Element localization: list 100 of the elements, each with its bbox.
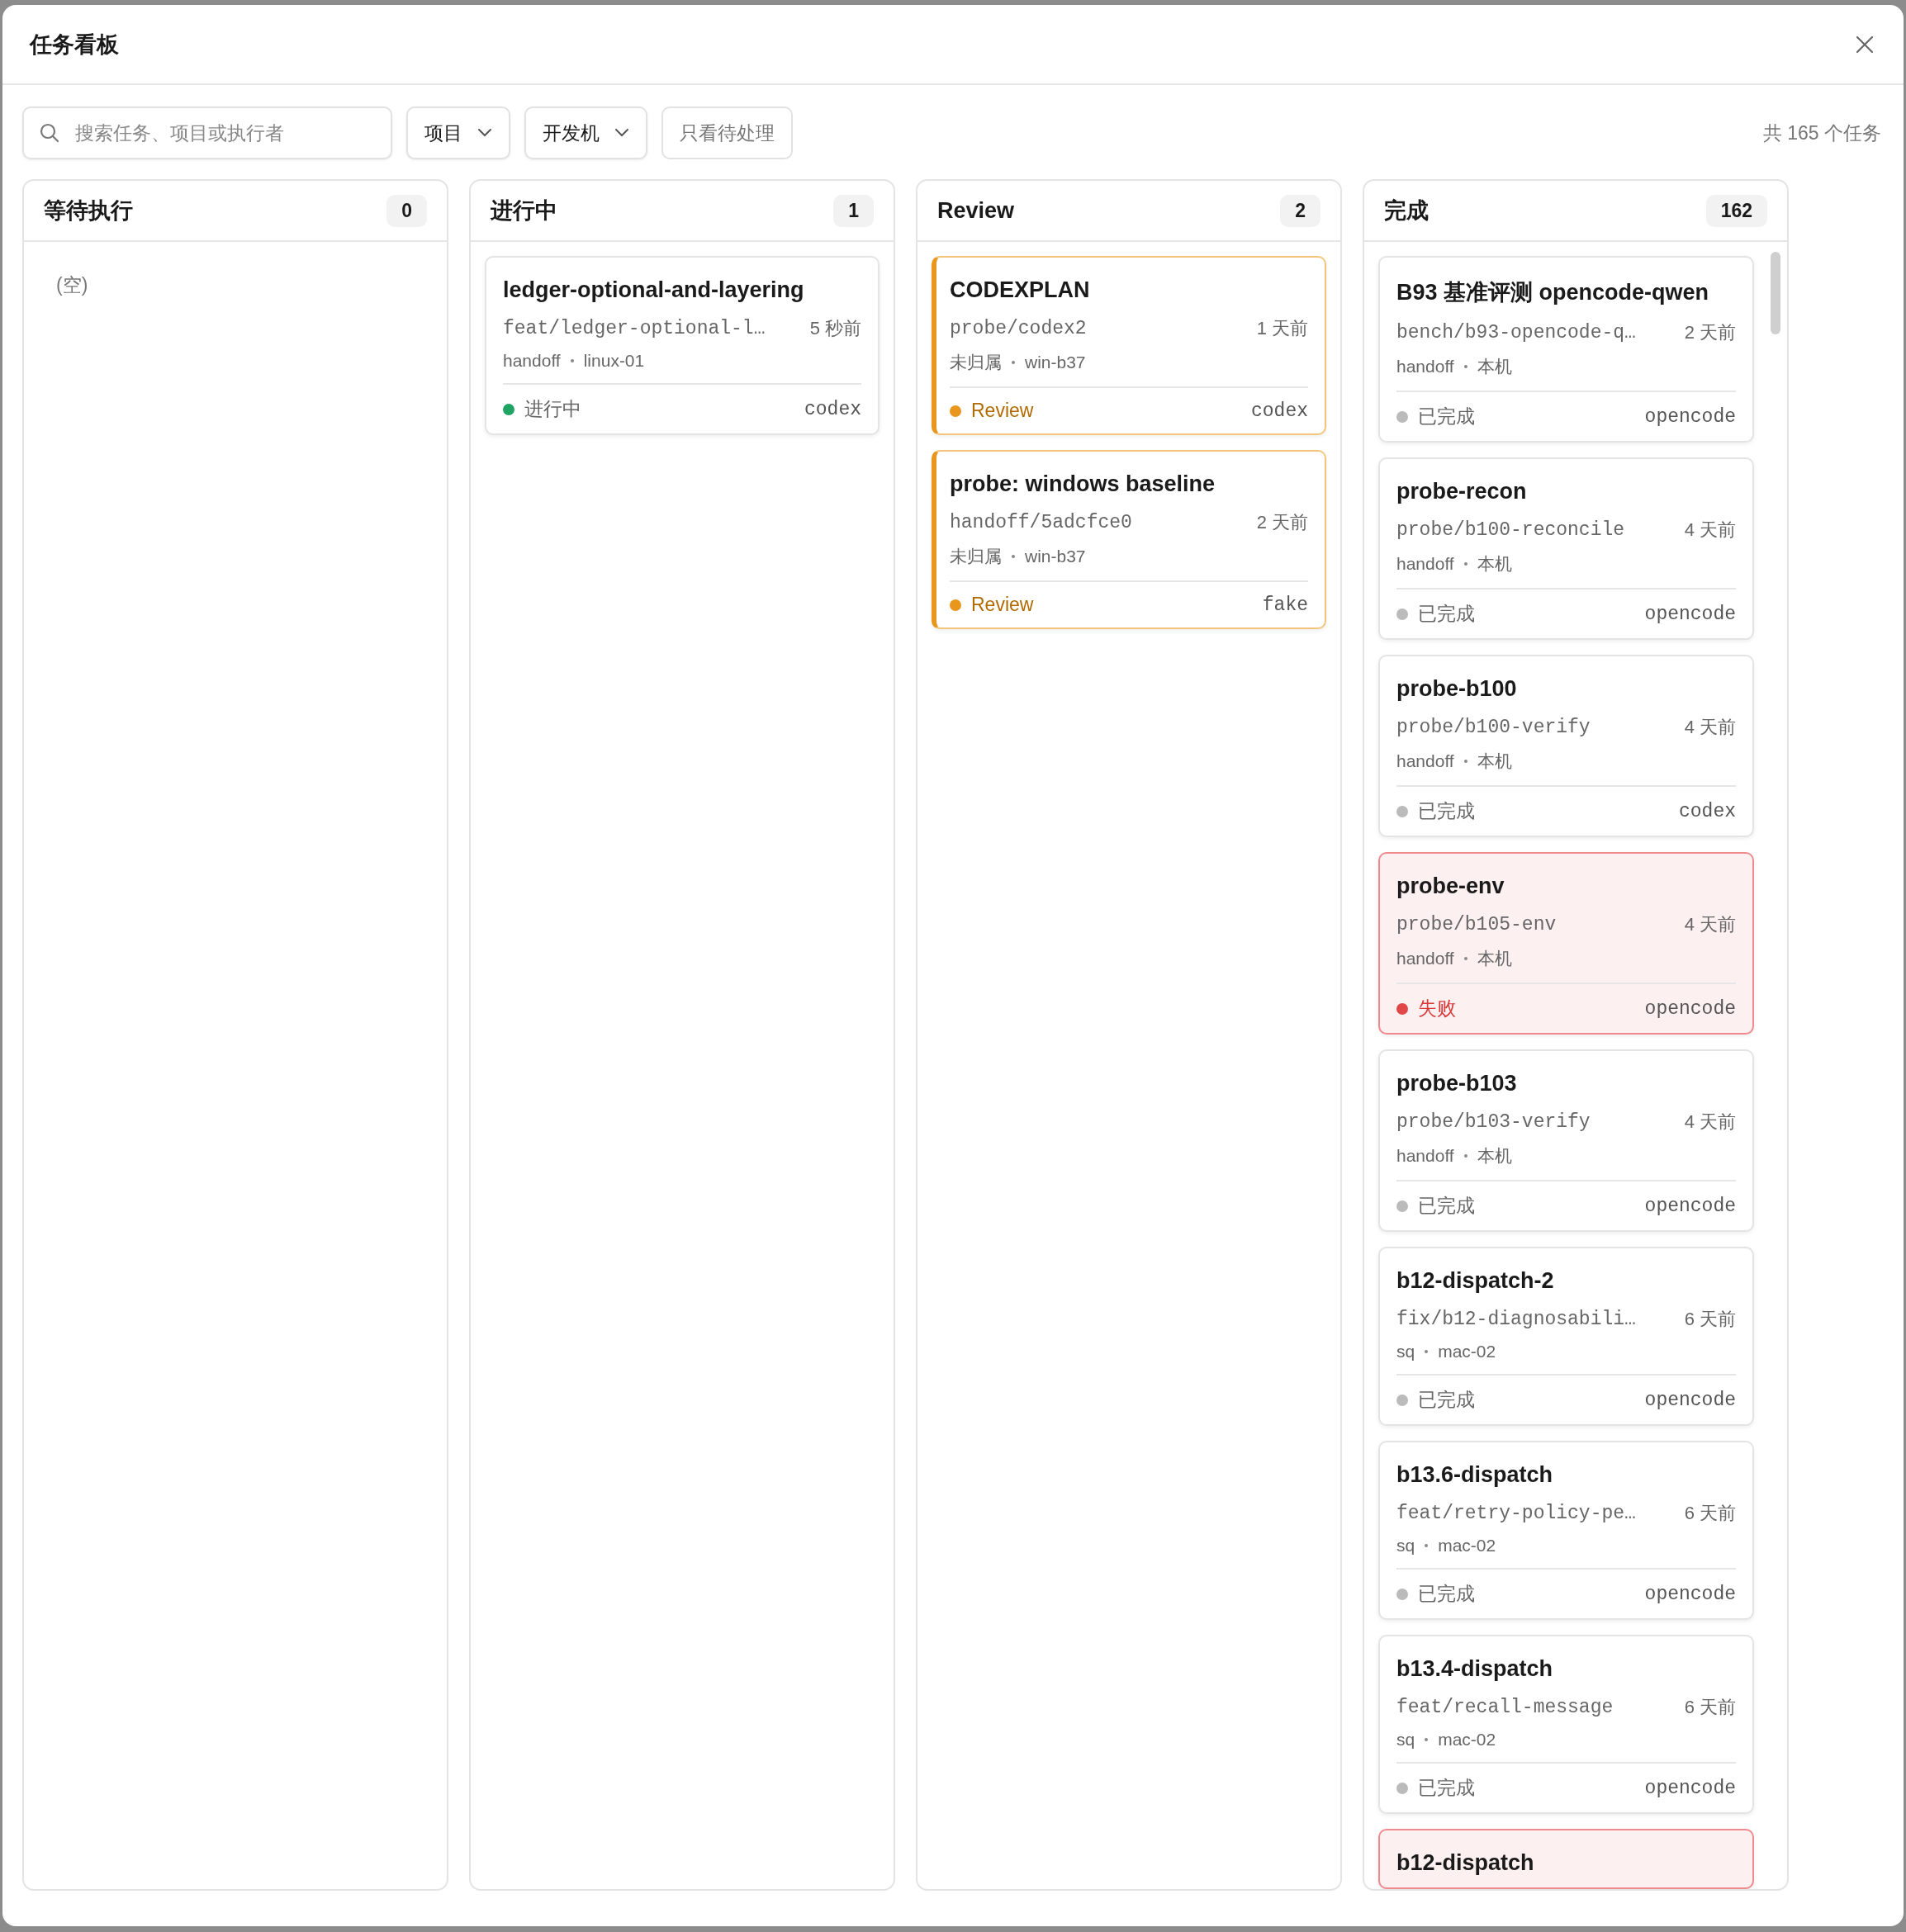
host-label: win-b37 <box>1025 353 1086 372</box>
status-dot-icon <box>950 599 961 611</box>
task-card[interactable]: probe-b100 probe/b100-verify 4 天前 handoff 本机 已完成 codex <box>1378 655 1754 837</box>
status-dot-icon <box>1396 1200 1408 1212</box>
chevron-down-icon <box>614 128 629 138</box>
task-card[interactable]: b12-dispatch <box>1378 1829 1754 1889</box>
agent-name: opencode <box>1644 1777 1736 1799</box>
status-dot-icon <box>503 403 514 415</box>
host-label: 本机 <box>1477 948 1512 969</box>
time-ago: 6 天前 <box>1684 1696 1736 1719</box>
status-label: 已完成 <box>1418 1582 1475 1606</box>
task-card[interactable]: B93 基准评测 opencode-qwen bench/b93-opencode-q… 2 天前 handoff 本机 已完成 opencode <box>1378 256 1754 443</box>
agent-name: opencode <box>1644 603 1736 625</box>
status-dot-icon <box>950 405 961 417</box>
branch-name: handoff/5adcfce0 <box>950 512 1132 533</box>
status-dot-icon <box>1396 1588 1408 1600</box>
search-field[interactable]: 搜索任务、项目或执行者 <box>22 107 392 159</box>
branch-name: probe/b103-verify <box>1396 1111 1591 1133</box>
task-title: b13.6-dispatch <box>1396 1462 1554 1488</box>
host-label: linux-01 <box>583 351 645 371</box>
filter-toggle-button[interactable]: 只看待处理 <box>661 107 793 159</box>
owner-label: sq <box>1396 1536 1415 1556</box>
task-card[interactable]: CODEXPLAN probe/codex2 1 天前 未归属 win-b37 Review codex <box>932 256 1326 435</box>
chevron-down-icon <box>477 128 492 138</box>
filter-dropdown[interactable]: 开发机 <box>524 107 647 159</box>
separator-dot-icon <box>1463 562 1467 566</box>
owner-label: handoff <box>1396 357 1454 376</box>
branch-name: fix/b12-diagnosabili… <box>1396 1309 1636 1330</box>
status-label: 已完成 <box>1418 1776 1475 1800</box>
status-dot-icon <box>1396 1394 1408 1406</box>
agent-name: codex <box>804 398 861 420</box>
agent-name: fake <box>1262 594 1308 616</box>
task-card[interactable]: probe-recon probe/b100-reconcile 4 天前 handoff 本机 已完成 opencode <box>1378 457 1754 640</box>
separator-dot-icon <box>1463 760 1467 763</box>
status-dot-icon <box>1396 608 1408 620</box>
host-label: mac-02 <box>1438 1342 1496 1361</box>
window-title: 任务看板 <box>30 31 119 59</box>
status-label: 已完成 <box>1418 1194 1475 1218</box>
close-icon <box>1856 35 1874 54</box>
owner-label: handoff <box>1396 949 1454 968</box>
status-label: 已完成 <box>1418 602 1475 626</box>
task-card[interactable]: b13.6-dispatch feat/retry-policy-pe… 6 天前 sq mac-02 已完成 opencode <box>1378 1441 1754 1620</box>
separator-dot-icon <box>1425 1350 1429 1353</box>
time-ago: 1 天前 <box>1256 317 1308 340</box>
search-icon <box>39 122 60 144</box>
separator-dot-icon <box>1425 1544 1429 1547</box>
task-title: probe-env <box>1396 874 1505 899</box>
branch-name: probe/b100-verify <box>1396 717 1591 738</box>
owner-label: 未归属 <box>950 352 1002 373</box>
task-card[interactable]: probe: windows baseline handoff/5adcfce0 2 天前 未归属 win-b37 Review fake <box>932 450 1326 629</box>
column-title: 完成 <box>1384 197 1429 225</box>
agent-name: opencode <box>1644 1583 1736 1605</box>
separator-dot-icon <box>570 359 574 362</box>
host-label: 本机 <box>1477 1145 1512 1167</box>
status-dot-icon <box>1396 1002 1408 1015</box>
agent-name: opencode <box>1644 405 1736 428</box>
task-card[interactable]: b13.4-dispatch feat/recall-message 6 天前 sq mac-02 已完成 opencode <box>1378 1635 1754 1814</box>
task-title: probe-b100 <box>1396 676 1518 702</box>
filter-dropdown[interactable]: 项目 <box>406 107 510 159</box>
time-ago: 6 天前 <box>1684 1308 1736 1331</box>
column-title: 进行中 <box>491 197 557 225</box>
host-label: 本机 <box>1477 356 1512 377</box>
task-title: probe-b103 <box>1396 1071 1518 1096</box>
branch-name: probe/b100-reconcile <box>1396 519 1625 541</box>
branch-name: feat/recall-message <box>1396 1697 1614 1718</box>
time-ago: 6 天前 <box>1684 1502 1736 1525</box>
task-card[interactable]: probe-env probe/b105-env 4 天前 handoff 本机 失败 opencode <box>1378 852 1754 1035</box>
branch-name: feat/ledger-optional-l… <box>503 318 766 339</box>
status-label: 已完成 <box>1418 405 1475 429</box>
empty-text: (空) <box>55 273 89 297</box>
task-title: ledger-optional-and-layering <box>503 277 805 303</box>
agent-name: opencode <box>1644 1195 1736 1217</box>
count-badge: 2 <box>1280 194 1320 227</box>
host-label: 本机 <box>1477 751 1512 772</box>
scrollbar-thumb[interactable] <box>1771 252 1780 334</box>
count-badge: 162 <box>1705 194 1767 227</box>
owner-label: handoff <box>1396 751 1454 771</box>
status-label: 失败 <box>1418 997 1456 1020</box>
agent-name: codex <box>1251 400 1308 422</box>
time-ago: 4 天前 <box>1684 913 1736 936</box>
column-title: Review <box>937 197 1015 224</box>
task-card[interactable]: b12-dispatch-2 fix/b12-diagnosabili… 6 天前 sq mac-02 已完成 opencode <box>1378 1247 1754 1426</box>
status-label: 进行中 <box>524 397 581 421</box>
task-title: b13.4-dispatch <box>1396 1656 1554 1682</box>
owner-label: sq <box>1396 1342 1415 1361</box>
agent-name: opencode <box>1644 997 1736 1020</box>
separator-dot-icon <box>1463 365 1467 368</box>
task-title: b12-dispatch <box>1396 1850 1535 1876</box>
time-ago: 4 天前 <box>1684 1110 1736 1134</box>
separator-dot-icon <box>1012 361 1015 364</box>
host-label: mac-02 <box>1438 1730 1496 1750</box>
task-card[interactable]: ledger-optional-and-layering feat/ledger-optional-l… 5 秒前 handoff linux-01 进行中 codex <box>485 256 880 435</box>
status-dot-icon <box>1396 410 1408 423</box>
status-label: Review <box>971 400 1034 422</box>
column-title: 等待执行 <box>44 197 133 225</box>
task-title: B93 基准评测 opencode-qwen <box>1396 279 1710 306</box>
agent-name: codex <box>1679 800 1736 822</box>
count-badge: 0 <box>386 194 427 227</box>
separator-dot-icon <box>1463 957 1467 960</box>
task-card[interactable]: probe-b103 probe/b103-verify 4 天前 handoff 本机 已完成 opencode <box>1378 1049 1754 1232</box>
